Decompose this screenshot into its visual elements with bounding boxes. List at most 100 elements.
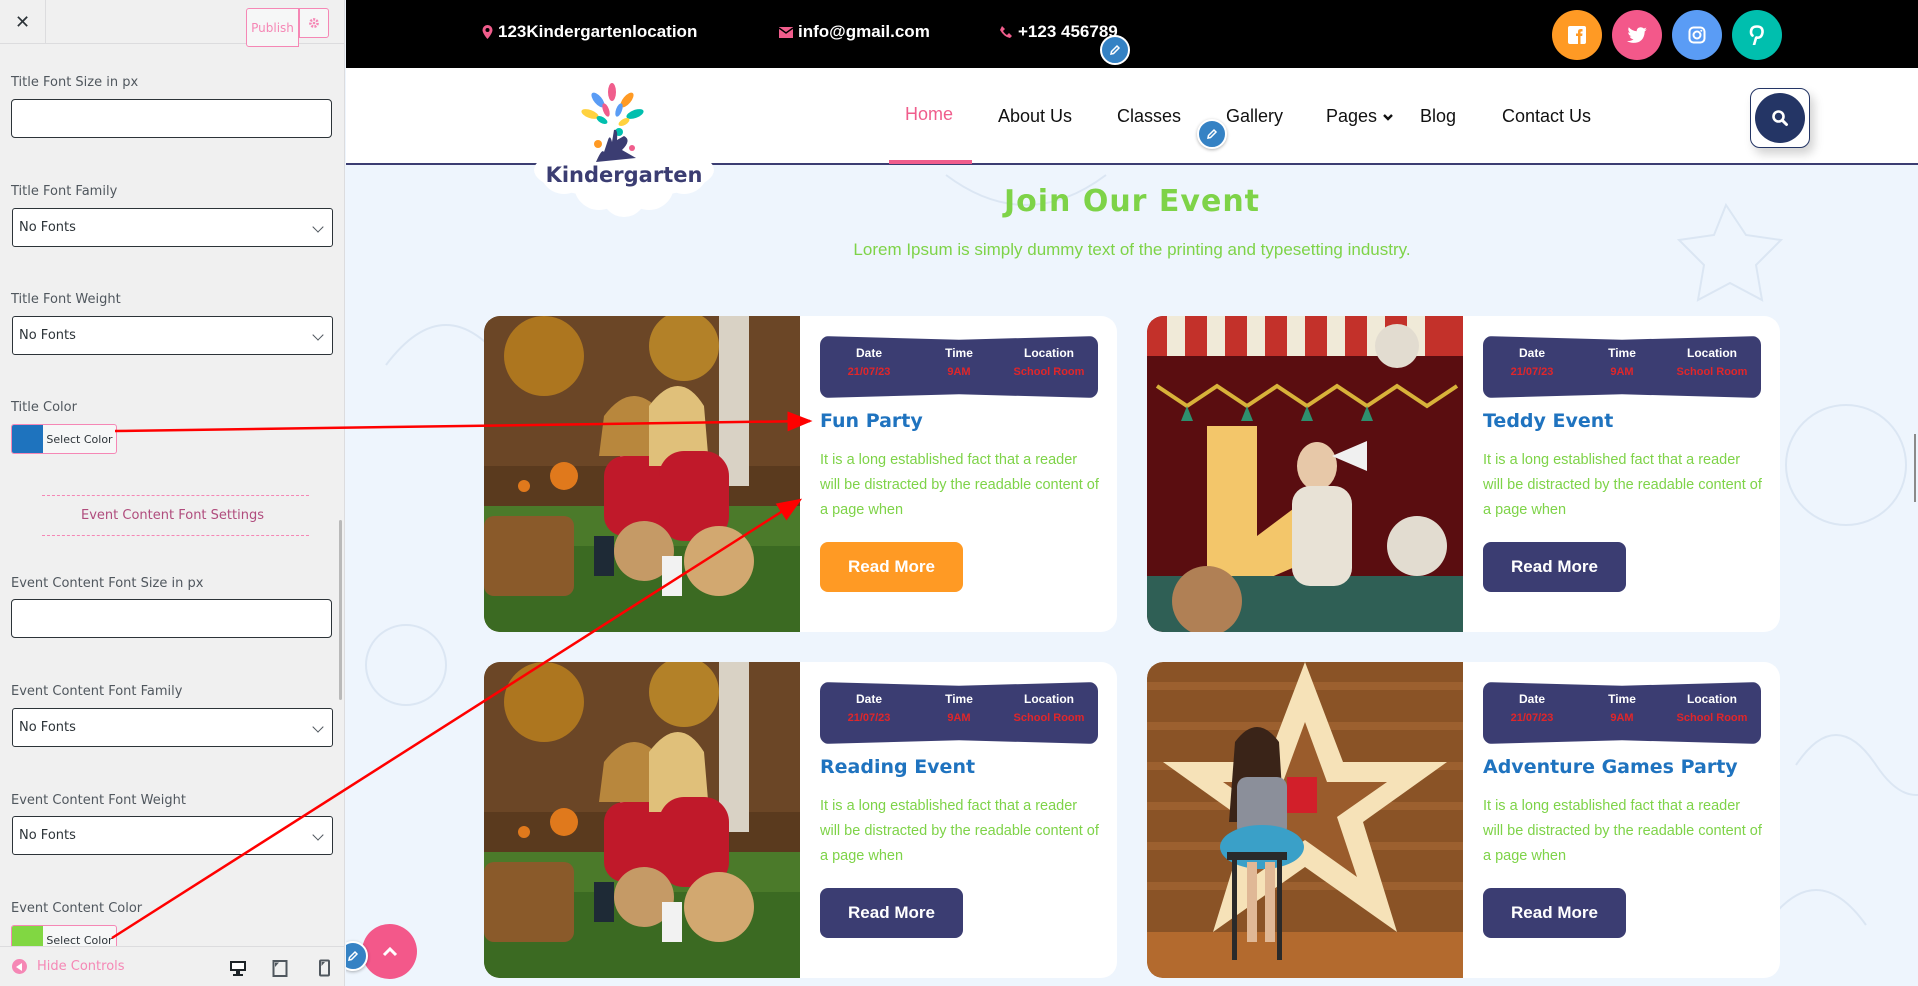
event-date: 21/07/23: [847, 712, 891, 724]
customizer-sidebar: ✕ Publish Title Font Size in px Title Fo…: [0, 0, 345, 986]
active-nav-indicator: [889, 160, 972, 164]
title-font-weight-label: Title Font Weight: [11, 292, 121, 307]
event-photo[interactable]: [1147, 662, 1463, 978]
time-header: Time: [945, 692, 973, 706]
event-title[interactable]: Adventure Games Party: [1483, 756, 1738, 778]
event-time: 9AM: [1610, 712, 1634, 724]
event-time: 9AM: [947, 712, 971, 724]
nav-item-gallery[interactable]: Gallery: [1226, 106, 1283, 127]
pinterest-icon[interactable]: [1732, 10, 1782, 60]
title-font-size-input[interactable]: [11, 99, 332, 138]
read-more-button[interactable]: Read More: [820, 888, 963, 938]
mobile-preview-icon[interactable]: [315, 959, 333, 977]
date-header: Date: [855, 346, 882, 360]
location-header: Location: [1687, 692, 1737, 706]
chevron-down-icon: [1383, 114, 1393, 121]
search-icon: [1772, 110, 1788, 126]
tablet-preview-icon[interactable]: [271, 959, 289, 977]
event-location: School Room: [1676, 712, 1748, 724]
date-header: Date: [855, 692, 882, 706]
select-value: No Fonts: [19, 720, 76, 735]
time-header: Time: [1608, 346, 1636, 360]
title-font-weight-select[interactable]: No Fonts: [12, 316, 333, 355]
chevron-down-icon: [312, 221, 324, 233]
chevron-down-icon: [312, 329, 324, 341]
nav-item-home[interactable]: Home: [905, 104, 953, 125]
email-info[interactable]: info@gmail.com: [779, 22, 930, 42]
event-photo[interactable]: [484, 662, 800, 978]
section-heading: Event Content Font Settings: [81, 508, 264, 523]
event-card: Date 21/07/23 Time 9AM Location School Room Fu…: [484, 316, 1117, 632]
hide-controls-button[interactable]: Hide Controls: [12, 959, 125, 974]
select-color-label: Select Color: [46, 432, 113, 446]
content-font-size-label: Event Content Font Size in px: [11, 576, 204, 591]
select-value: No Fonts: [19, 220, 76, 235]
title-color-picker[interactable]: Select Color: [11, 424, 117, 454]
title-font-family-select[interactable]: No Fonts: [12, 208, 333, 247]
event-card: Date 21/07/23 Time 9AM Location School Room Te…: [1147, 316, 1780, 632]
read-more-button[interactable]: Read More: [820, 542, 963, 592]
nav-item-pages-label: Pages: [1326, 106, 1378, 126]
nav-item-classes[interactable]: Classes: [1117, 106, 1181, 127]
twitter-icon[interactable]: [1612, 10, 1662, 60]
facebook-icon[interactable]: [1552, 10, 1602, 60]
content-color-label: Event Content Color: [11, 901, 143, 916]
time-header: Time: [945, 346, 973, 360]
event-date: 21/07/23: [1510, 712, 1554, 724]
close-icon[interactable]: ✕: [0, 0, 46, 44]
content-font-weight-select[interactable]: No Fonts: [12, 816, 333, 855]
page-scrollbar[interactable]: [1914, 434, 1916, 502]
desktop-preview-icon[interactable]: [229, 959, 247, 977]
event-description: It is a long established fact that a rea…: [820, 452, 1099, 518]
publish-button[interactable]: Publish: [246, 8, 299, 47]
title-color-label: Title Color: [11, 400, 77, 415]
time-header: Time: [1608, 692, 1636, 706]
section-title: Join Our Event: [1003, 184, 1261, 219]
event-time: 9AM: [947, 366, 971, 378]
chevron-up-icon: [382, 946, 397, 956]
event-description: It is a long established fact that a rea…: [1483, 798, 1762, 864]
section-divider: [42, 535, 309, 536]
phone-info[interactable]: +123 456789: [999, 22, 1118, 42]
sidebar-scrollbar[interactable]: [339, 520, 342, 700]
nav-item-blog[interactable]: Blog: [1420, 106, 1456, 127]
nav-item-pages[interactable]: Pages: [1326, 106, 1394, 127]
event-photo[interactable]: [1147, 316, 1463, 632]
event-title[interactable]: Reading Event: [820, 756, 975, 778]
event-title[interactable]: Fun Party: [820, 410, 923, 432]
event-photo[interactable]: [484, 316, 800, 632]
hide-controls-label: Hide Controls: [37, 959, 125, 974]
sidebar-header: ✕ Publish: [0, 0, 344, 47]
event-info-banner: Date 21/07/23 Time 9AM Location School Room: [820, 682, 1098, 744]
gear-icon[interactable]: [299, 8, 329, 38]
content-font-size-input[interactable]: [11, 599, 332, 638]
edit-shortcut-icon[interactable]: [1100, 35, 1130, 65]
date-header: Date: [1518, 692, 1545, 706]
title-font-size-label: Title Font Size in px: [11, 75, 139, 90]
read-more-button[interactable]: Read More: [1483, 542, 1626, 592]
content-font-family-select[interactable]: No Fonts: [12, 708, 333, 747]
edit-shortcut-icon[interactable]: [1197, 119, 1227, 149]
scroll-to-top-button[interactable]: [362, 924, 417, 979]
event-title[interactable]: Teddy Event: [1483, 410, 1613, 432]
phone-icon: [1000, 26, 1012, 38]
top-contact-bar: 123Kindergartenlocation info@gmail.com +…: [346, 0, 1918, 68]
event-location: School Room: [1013, 366, 1085, 378]
title-font-family-label: Title Font Family: [11, 184, 118, 199]
read-more-button[interactable]: Read More: [1483, 888, 1626, 938]
chevron-down-icon: [312, 721, 324, 733]
location-header: Location: [1024, 346, 1074, 360]
event-info-banner: Date 21/07/23 Time 9AM Location School Room: [1483, 336, 1761, 398]
nav-item-about[interactable]: About Us: [998, 106, 1072, 127]
event-date: 21/07/23: [1510, 366, 1554, 378]
select-value: No Fonts: [19, 328, 76, 343]
map-pin-icon: [482, 25, 493, 39]
nav-item-contact[interactable]: Contact Us: [1502, 106, 1591, 127]
date-header: Date: [1518, 346, 1545, 360]
event-location: School Room: [1013, 712, 1085, 724]
content-font-weight-label: Event Content Font Weight: [11, 793, 186, 808]
location-text: 123Kindergartenlocation: [498, 22, 698, 41]
location-info: 123Kindergartenlocation: [482, 22, 697, 42]
instagram-icon[interactable]: [1672, 10, 1722, 60]
search-button[interactable]: [1750, 88, 1810, 148]
